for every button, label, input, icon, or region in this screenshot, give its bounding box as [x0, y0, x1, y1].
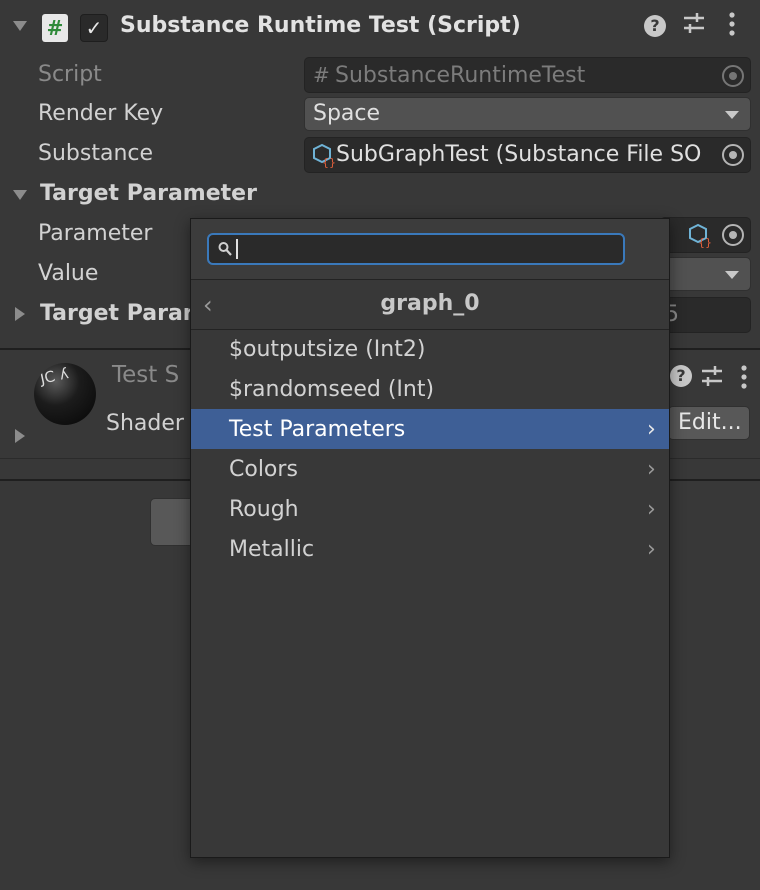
- svg-text:{}: {}: [322, 156, 335, 168]
- menu-item-label: $randomseed (Int): [229, 377, 435, 402]
- target-parameter-foldout-icon[interactable]: [13, 190, 27, 200]
- menu-item-label: Rough: [229, 497, 299, 522]
- substance-file-icon: {}: [311, 142, 336, 172]
- render-key-dropdown[interactable]: Space: [304, 97, 751, 131]
- material-foldout-icon[interactable]: [15, 429, 25, 443]
- object-picker-icon[interactable]: [722, 144, 744, 166]
- target-param-foldout-icon[interactable]: [15, 307, 25, 321]
- component-header: # ✓ Substance Runtime Test (Script) ?: [0, 6, 760, 48]
- popup-header-title: graph_0: [380, 291, 480, 316]
- search-icon: [217, 239, 233, 264]
- menu-item-rough[interactable]: Rough ›: [191, 489, 669, 529]
- material-name: Test S: [112, 362, 180, 388]
- text-caret: [236, 239, 238, 259]
- foldout-arrow-icon[interactable]: [13, 21, 27, 31]
- kebab-menu-icon[interactable]: [726, 11, 738, 43]
- menu-item-test-parameters[interactable]: Test Parameters ›: [191, 409, 669, 449]
- target-parameter-header[interactable]: Target Parameter: [40, 181, 257, 206]
- value-label: Value: [38, 261, 99, 286]
- script-label: Script: [38, 62, 102, 87]
- dropdown-arrow-icon: [725, 111, 739, 119]
- script-field: # SubstanceRuntimeTest: [304, 57, 751, 93]
- edit-shader-button[interactable]: Edit...: [668, 406, 750, 440]
- menu-item-label: Metallic: [229, 537, 315, 562]
- substance-field[interactable]: {} SubGraphTest (Substance File SO: [304, 137, 751, 173]
- menu-item-colors[interactable]: Colors ›: [191, 449, 669, 489]
- script-icon: #: [42, 14, 68, 42]
- render-key-value: Space: [313, 101, 381, 126]
- substance-file-icon: {}: [687, 222, 712, 252]
- parameter-label: Parameter: [38, 221, 153, 246]
- kebab-menu-icon[interactable]: [738, 364, 750, 396]
- target-param-value-field[interactable]: 5: [660, 297, 751, 333]
- dropdown-arrow-icon: [725, 271, 739, 279]
- target-param-collapsed-label[interactable]: Target Parar: [40, 301, 194, 326]
- help-icon[interactable]: ?: [644, 15, 666, 37]
- menu-item-label: $outputsize (Int2): [229, 337, 426, 362]
- object-picker-icon[interactable]: [722, 65, 744, 87]
- chevron-right-icon: ›: [647, 457, 656, 482]
- svg-text:{}: {}: [698, 236, 711, 248]
- chevron-right-icon: ›: [647, 537, 656, 562]
- substance-field-value: SubGraphTest (Substance File SO: [336, 142, 702, 167]
- material-preview-sphere: JC ʎ: [34, 363, 96, 425]
- object-picker-icon[interactable]: [722, 224, 744, 246]
- script-field-value: SubstanceRuntimeTest: [335, 63, 586, 88]
- menu-item-label: Test Parameters: [229, 417, 406, 442]
- sliders-icon[interactable]: [682, 11, 706, 41]
- menu-item-label: Colors: [229, 457, 298, 482]
- value-dropdown[interactable]: [660, 257, 751, 291]
- menu-item-randomseed[interactable]: $randomseed (Int): [191, 369, 669, 409]
- substance-label: Substance: [38, 141, 154, 166]
- parameter-search-popup: ‹ graph_0 $outputsize (Int2) $randomseed…: [190, 218, 670, 858]
- header-divider: [191, 279, 669, 280]
- menu-item-outputsize[interactable]: $outputsize (Int2): [191, 329, 669, 369]
- menu-item-metallic[interactable]: Metallic ›: [191, 529, 669, 569]
- parameter-field[interactable]: {}: [660, 217, 751, 253]
- shader-label: Shader: [106, 411, 184, 436]
- help-icon[interactable]: ?: [670, 365, 692, 387]
- chevron-right-icon: ›: [647, 417, 656, 442]
- script-small-icon: #: [313, 63, 330, 87]
- component-title: Substance Runtime Test (Script): [120, 13, 521, 38]
- edit-button-label: Edit...: [678, 410, 742, 435]
- sliders-icon[interactable]: [700, 364, 724, 394]
- search-input[interactable]: [207, 233, 625, 265]
- render-key-label: Render Key: [38, 101, 164, 126]
- enable-checkbox[interactable]: ✓: [80, 14, 108, 42]
- chevron-right-icon: ›: [647, 497, 656, 522]
- material-sphere-glyph: JC ʎ: [38, 364, 71, 388]
